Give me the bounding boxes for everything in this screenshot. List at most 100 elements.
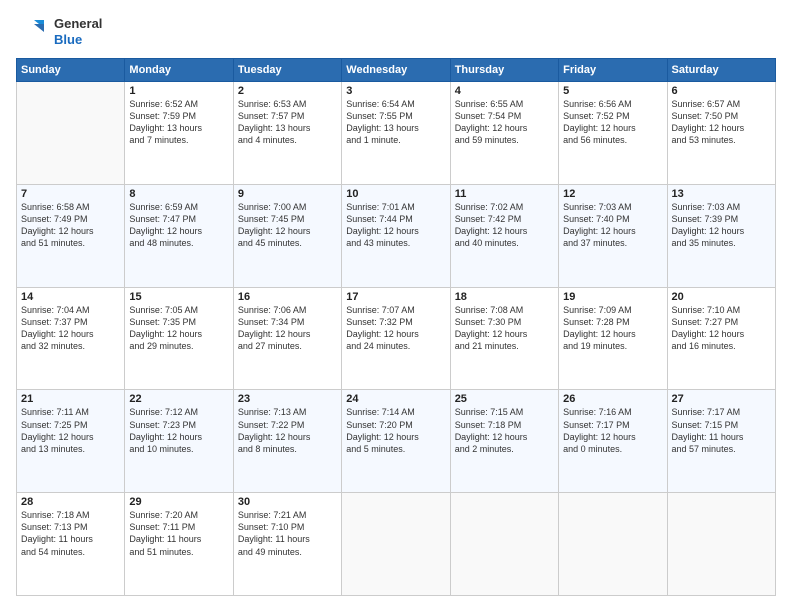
day-info-line: Sunrise: 7:09 AM [563,304,662,316]
day-info-line: and 51 minutes. [21,237,120,249]
day-info-line: Daylight: 12 hours [129,328,228,340]
day-info-line: Daylight: 12 hours [21,225,120,237]
day-info-line: Sunrise: 7:16 AM [563,406,662,418]
logo-line2: Blue [54,32,102,48]
day-info-line: and 27 minutes. [238,340,337,352]
calendar-cell: 22Sunrise: 7:12 AMSunset: 7:23 PMDayligh… [125,390,233,493]
day-info-line: Sunrise: 7:12 AM [129,406,228,418]
calendar-cell: 25Sunrise: 7:15 AMSunset: 7:18 PMDayligh… [450,390,558,493]
day-info-line: Sunset: 7:42 PM [455,213,554,225]
day-info-line: Sunset: 7:30 PM [455,316,554,328]
weekday-header: Thursday [450,59,558,82]
day-info-line: Sunset: 7:45 PM [238,213,337,225]
day-info-line: and 54 minutes. [21,546,120,558]
day-info-line: Daylight: 12 hours [563,431,662,443]
day-number: 9 [238,188,337,200]
day-info-line: and 29 minutes. [129,340,228,352]
day-info-line: and 37 minutes. [563,237,662,249]
day-number: 22 [129,393,228,405]
calendar-cell: 23Sunrise: 7:13 AMSunset: 7:22 PMDayligh… [233,390,341,493]
day-number: 30 [238,496,337,508]
day-info-line: Daylight: 12 hours [563,225,662,237]
day-number: 29 [129,496,228,508]
day-number: 20 [672,291,771,303]
day-info-line: and 48 minutes. [129,237,228,249]
calendar-cell [559,493,667,596]
calendar-cell [667,493,775,596]
day-info-line: Sunset: 7:47 PM [129,213,228,225]
header: General Blue [16,16,776,48]
calendar-week-row: 21Sunrise: 7:11 AMSunset: 7:25 PMDayligh… [17,390,776,493]
day-info-line: and 5 minutes. [346,443,445,455]
day-info-line: Daylight: 12 hours [129,431,228,443]
page: General Blue SundayMondayTuesdayWednesda… [0,0,792,612]
calendar-cell: 6Sunrise: 6:57 AMSunset: 7:50 PMDaylight… [667,82,775,185]
day-info-line: Daylight: 12 hours [21,328,120,340]
weekday-header: Monday [125,59,233,82]
calendar-cell: 17Sunrise: 7:07 AMSunset: 7:32 PMDayligh… [342,287,450,390]
day-info-line: and 59 minutes. [455,134,554,146]
calendar-cell: 21Sunrise: 7:11 AMSunset: 7:25 PMDayligh… [17,390,125,493]
day-info-line: Daylight: 12 hours [672,122,771,134]
day-info-line: Sunset: 7:25 PM [21,419,120,431]
day-info-line: Sunrise: 6:58 AM [21,201,120,213]
day-info-line: Sunrise: 7:05 AM [129,304,228,316]
day-info-line: Sunrise: 7:14 AM [346,406,445,418]
day-info-line: Sunrise: 7:06 AM [238,304,337,316]
day-info-line: Sunrise: 7:02 AM [455,201,554,213]
day-info-line: Sunrise: 7:03 AM [563,201,662,213]
day-info-line: Sunrise: 6:57 AM [672,98,771,110]
day-info-line: Sunset: 7:54 PM [455,110,554,122]
day-number: 17 [346,291,445,303]
day-info-line: Sunrise: 7:17 AM [672,406,771,418]
logo-line1: General [54,16,102,32]
day-info-line: Daylight: 12 hours [238,328,337,340]
day-info-line: and 13 minutes. [21,443,120,455]
day-info-line: Sunset: 7:59 PM [129,110,228,122]
day-info-line: Daylight: 12 hours [238,225,337,237]
day-info-line: and 53 minutes. [672,134,771,146]
day-info-line: Daylight: 12 hours [21,431,120,443]
day-info-line: Daylight: 13 hours [346,122,445,134]
day-info-line: Sunset: 7:13 PM [21,521,120,533]
day-info-line: and 21 minutes. [455,340,554,352]
day-info-line: Daylight: 12 hours [563,122,662,134]
day-info-line: Sunset: 7:11 PM [129,521,228,533]
day-info-line: Sunset: 7:18 PM [455,419,554,431]
calendar-cell: 29Sunrise: 7:20 AMSunset: 7:11 PMDayligh… [125,493,233,596]
day-info-line: Sunset: 7:22 PM [238,419,337,431]
day-info-line: and 19 minutes. [563,340,662,352]
day-info-line: Daylight: 12 hours [455,431,554,443]
day-number: 4 [455,85,554,97]
day-info-line: Daylight: 12 hours [238,431,337,443]
calendar-week-row: 28Sunrise: 7:18 AMSunset: 7:13 PMDayligh… [17,493,776,596]
day-number: 16 [238,291,337,303]
day-number: 7 [21,188,120,200]
day-info-line: and 4 minutes. [238,134,337,146]
day-number: 13 [672,188,771,200]
day-info-line: Daylight: 11 hours [238,533,337,545]
day-info-line: Sunrise: 6:59 AM [129,201,228,213]
calendar-cell [17,82,125,185]
day-info-line: and 45 minutes. [238,237,337,249]
day-info-line: and 1 minute. [346,134,445,146]
calendar-cell: 13Sunrise: 7:03 AMSunset: 7:39 PMDayligh… [667,184,775,287]
day-info-line: Daylight: 12 hours [346,431,445,443]
day-info-line: Sunset: 7:23 PM [129,419,228,431]
day-number: 26 [563,393,662,405]
day-info-line: Sunrise: 6:53 AM [238,98,337,110]
day-number: 18 [455,291,554,303]
day-info-line: Sunset: 7:50 PM [672,110,771,122]
day-info-line: and 0 minutes. [563,443,662,455]
day-info-line: and 43 minutes. [346,237,445,249]
day-info-line: Sunset: 7:32 PM [346,316,445,328]
calendar-cell: 5Sunrise: 6:56 AMSunset: 7:52 PMDaylight… [559,82,667,185]
day-info-line: Daylight: 13 hours [238,122,337,134]
calendar-cell: 26Sunrise: 7:16 AMSunset: 7:17 PMDayligh… [559,390,667,493]
day-number: 25 [455,393,554,405]
day-info-line: Daylight: 12 hours [455,122,554,134]
calendar-week-row: 1Sunrise: 6:52 AMSunset: 7:59 PMDaylight… [17,82,776,185]
day-info-line: Sunrise: 7:11 AM [21,406,120,418]
day-info-line: and 7 minutes. [129,134,228,146]
day-info-line: Sunrise: 6:54 AM [346,98,445,110]
